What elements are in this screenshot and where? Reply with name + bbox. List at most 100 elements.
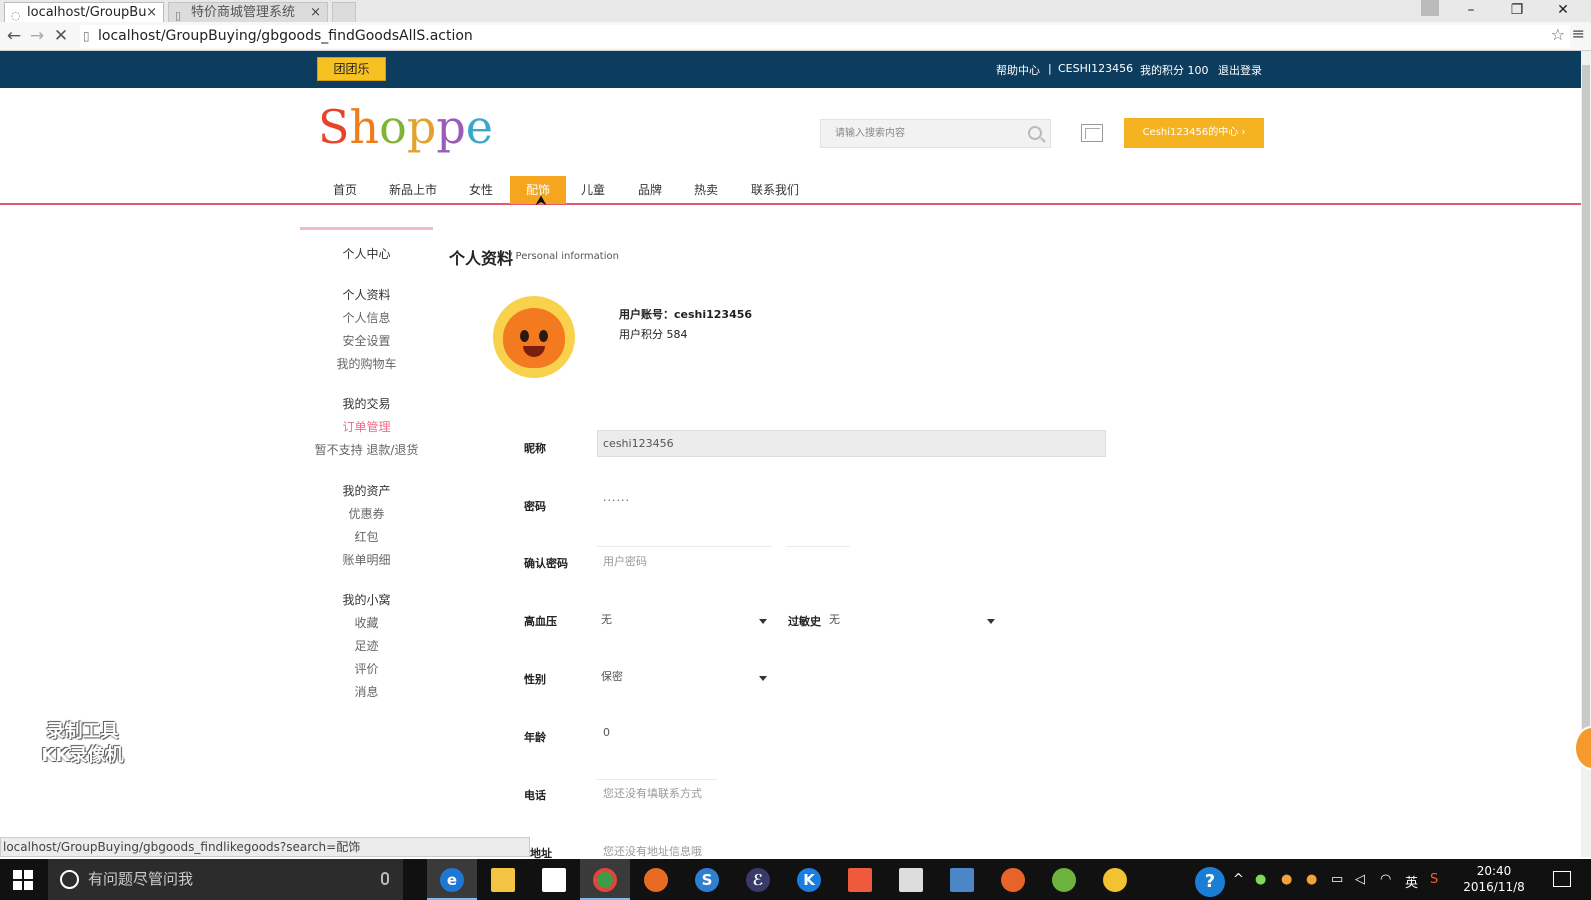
wifi-icon[interactable]: ◠	[1380, 872, 1391, 887]
hypertension-select[interactable]: 无	[601, 611, 612, 627]
close-tab-icon[interactable]: ×	[310, 3, 321, 22]
forward-icon[interactable]: →	[27, 26, 47, 46]
browser-menu-icon[interactable]: ≡	[1572, 24, 1585, 43]
sidebar-item-coupons[interactable]: 优惠券	[300, 505, 433, 522]
store-app-icon[interactable]	[529, 859, 579, 900]
tray-app-icon[interactable]: ●	[1306, 872, 1317, 887]
kugou-app-icon[interactable]: K	[784, 859, 834, 900]
sidebar-item-refund[interactable]: 暂不支持 退款/退货	[300, 441, 433, 458]
page-icon: ▯	[175, 9, 182, 22]
recorder-app-icon[interactable]	[988, 859, 1038, 900]
browser-status-bar: localhost/GroupBuying/gbgoods_findlikego…	[0, 837, 530, 857]
sidebar-item-reviews[interactable]: 评价	[300, 660, 433, 677]
sidebar-item-bills[interactable]: 账单明细	[300, 551, 433, 568]
shoppe-logo[interactable]: Shoppe	[318, 100, 493, 154]
edge-app-icon[interactable]: e	[427, 859, 477, 900]
phone-input[interactable]: 您还没有填联系方式	[603, 785, 702, 801]
bookmark-star-icon[interactable]: ☆	[1551, 25, 1565, 44]
battery-icon[interactable]: ▭	[1331, 872, 1343, 887]
nav-new-arrivals[interactable]: 新品上市	[383, 176, 443, 204]
sidebar-item-cart[interactable]: 我的购物车	[300, 355, 433, 372]
url-text: localhost/GroupBuying/gbgoods_findGoodsA…	[98, 28, 473, 44]
new-tab-button[interactable]	[332, 2, 356, 22]
nav-women[interactable]: 女性	[461, 176, 501, 204]
allergy-select[interactable]: 无	[829, 611, 840, 627]
stop-icon[interactable]: ✕	[51, 26, 71, 46]
minimize-icon[interactable]: –	[1448, 0, 1494, 22]
nav-kids[interactable]: 儿童	[573, 176, 613, 204]
sidebar-item-personal-info[interactable]: 个人信息	[300, 309, 433, 326]
file-explorer-icon[interactable]	[478, 859, 528, 900]
monitor-app-icon[interactable]	[886, 859, 936, 900]
windows-start-icon[interactable]	[13, 870, 33, 890]
sidebar-item-messages[interactable]: 消息	[300, 683, 433, 700]
logout-link[interactable]: 退出登录	[1218, 62, 1262, 78]
tab-label: 特价商城管理系统	[191, 5, 296, 20]
browser-tab-active[interactable]: ◌ localhost/GroupBu ×	[4, 2, 164, 22]
close-window-icon[interactable]: ✕	[1540, 0, 1586, 22]
field-divider	[597, 779, 717, 780]
floating-help-button[interactable]	[1574, 726, 1591, 770]
search-icon[interactable]	[1028, 126, 1042, 140]
tray-app-icon[interactable]: ●	[1281, 872, 1292, 887]
scrollbar-thumb[interactable]	[1582, 65, 1590, 765]
system-clock[interactable]: 20:40 2016/11/8	[1462, 863, 1526, 895]
nav-brands[interactable]: 品牌	[630, 176, 670, 204]
nav-hot[interactable]: 热卖	[686, 176, 726, 204]
sidebar-item-profile[interactable]: 个人资料	[300, 286, 433, 303]
chevron-down-icon[interactable]	[759, 676, 767, 681]
tray-shield-icon[interactable]: ●	[1255, 872, 1266, 887]
points-link[interactable]: 我的积分 100	[1140, 62, 1209, 78]
confirm-password-input[interactable]: 用户密码	[603, 553, 647, 569]
user-center-button[interactable]: Ceshi123456的中心 ›	[1124, 118, 1264, 148]
chevron-down-icon[interactable]	[759, 619, 767, 624]
back-icon[interactable]: ←	[4, 26, 24, 46]
brand-button[interactable]: 团团乐	[317, 57, 386, 81]
chevron-up-icon[interactable]: ^	[1233, 872, 1244, 887]
url-field[interactable]: ▯ localhost/GroupBuying/gbgoods_findGood…	[80, 25, 1570, 48]
help-center-link[interactable]: 帮助中心	[996, 62, 1040, 78]
age-input[interactable]: 0	[603, 726, 610, 739]
sidebar-item-favorites[interactable]: 收藏	[300, 614, 433, 631]
microphone-icon[interactable]	[381, 872, 389, 885]
ime-indicator[interactable]: 英	[1405, 872, 1418, 891]
calendar-icon[interactable]	[1081, 124, 1103, 142]
avatar-eye	[520, 330, 529, 342]
nickname-input[interactable]: ceshi123456	[597, 430, 1106, 457]
box-app-icon[interactable]	[835, 859, 885, 900]
address-input[interactable]: 您还没有地址信息哦	[603, 843, 702, 859]
sidebar-item-security[interactable]: 安全设置	[300, 332, 433, 349]
page-title: 个人资料	[449, 249, 514, 268]
sidebar-item-nest[interactable]: 我的小窝	[300, 591, 433, 608]
nav-home[interactable]: 首页	[325, 176, 365, 204]
sidebar-item-assets[interactable]: 我的资产	[300, 482, 433, 499]
notification-icon[interactable]	[1553, 871, 1571, 887]
browser-tab-inactive[interactable]: ▯ 特价商城管理系统 ×	[168, 2, 328, 22]
sidebar-item-red-packets[interactable]: 红包	[300, 528, 433, 545]
search-input[interactable]: 请输入搜索内容	[820, 119, 1051, 148]
firefox-app-icon[interactable]	[631, 859, 681, 900]
nav-contact[interactable]: 联系我们	[745, 176, 805, 204]
close-tab-icon[interactable]: ×	[146, 3, 157, 22]
sogou-app-icon[interactable]: S	[682, 859, 732, 900]
spring-app-icon[interactable]	[1039, 859, 1089, 900]
cortana-search-box[interactable]: 有问题尽管问我	[48, 859, 403, 900]
page-subtitle: / Personal information	[509, 251, 619, 262]
sogou-ime-icon[interactable]: S	[1430, 872, 1438, 887]
sidebar-item-orders[interactable]: 订单管理	[300, 418, 433, 435]
sidebar-item-footprints[interactable]: 足迹	[300, 637, 433, 654]
avatar[interactable]	[493, 296, 575, 378]
help-icon[interactable]: ?	[1195, 867, 1225, 897]
eclipse-app-icon[interactable]: ℰ	[733, 859, 783, 900]
volume-icon[interactable]: ◁	[1355, 872, 1365, 887]
database-app-icon[interactable]	[937, 859, 987, 900]
chick-app-icon[interactable]	[1090, 859, 1140, 900]
profile-icon[interactable]	[1421, 0, 1439, 16]
gender-select[interactable]: 保密	[601, 668, 623, 684]
chevron-down-icon[interactable]	[987, 619, 995, 624]
password-input[interactable]: ······	[603, 494, 630, 507]
sidebar-item-transactions[interactable]: 我的交易	[300, 395, 433, 412]
chrome-app-icon[interactable]	[580, 859, 630, 900]
username-link[interactable]: CESHI123456	[1058, 62, 1133, 75]
restore-icon[interactable]: ❐	[1494, 0, 1540, 22]
